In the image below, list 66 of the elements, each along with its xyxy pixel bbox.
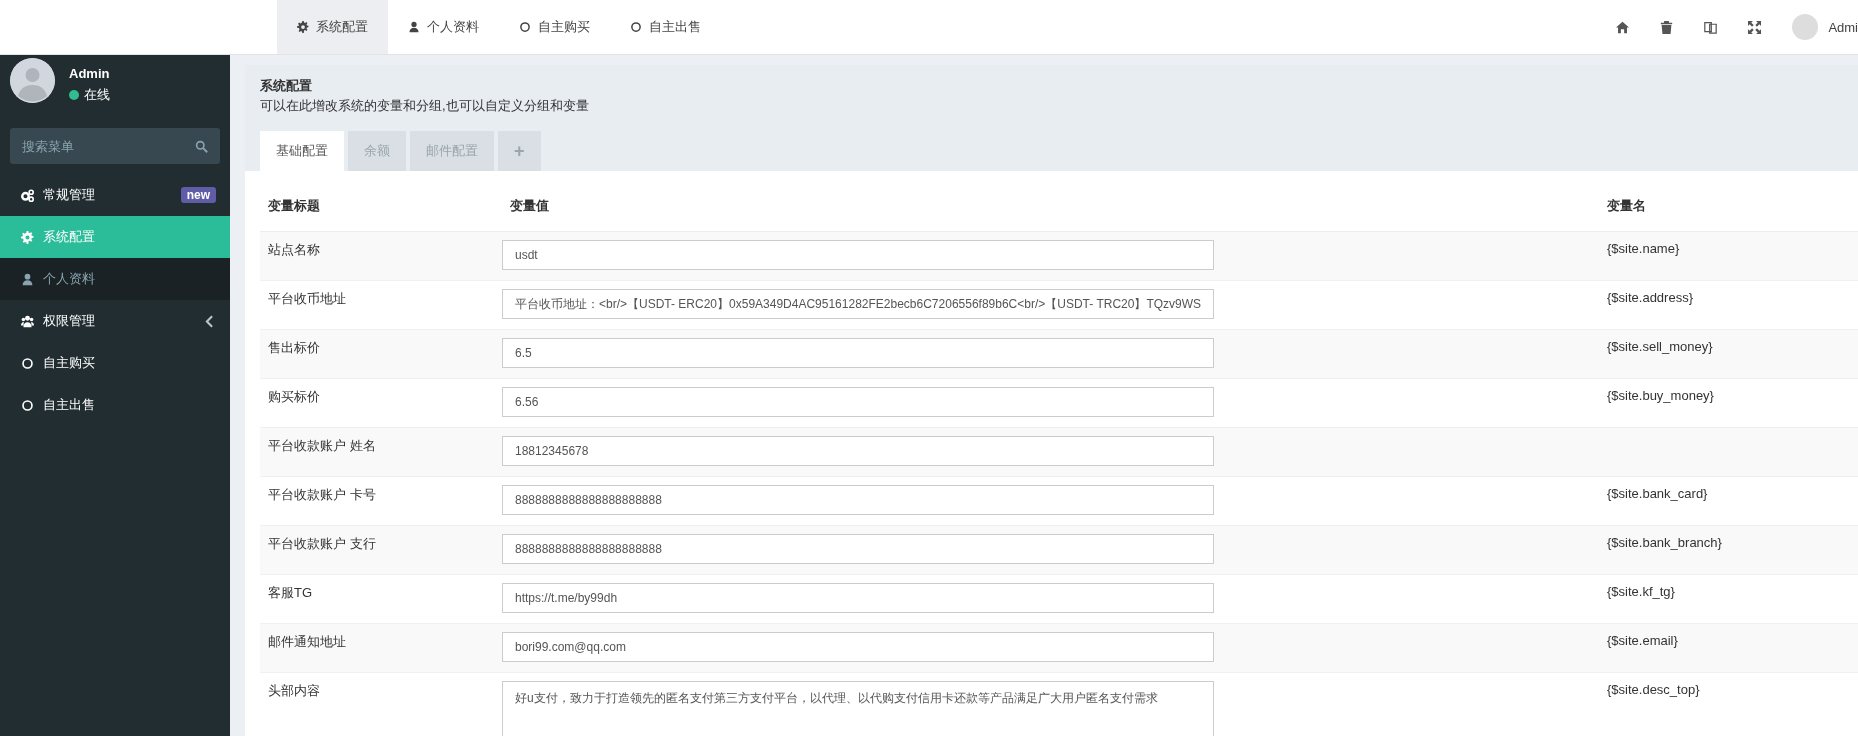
menu-item[interactable]: 自主出售 [0,384,230,426]
variable-title: 平台收币地址 [268,291,346,306]
text-input[interactable]: bori99.com@qq.com [502,632,1214,662]
fullscreen-icon[interactable] [1747,20,1761,34]
trash-icon[interactable] [1659,20,1673,34]
menu-group[interactable]: 常规管理 new [0,174,230,216]
variable-name: {$site.bank_card} [1607,486,1708,501]
status-text: 在线 [84,86,110,104]
text-input[interactable]: 8888888888888888888888 [502,485,1214,515]
variable-title: 平台收款账户 支行 [268,536,376,551]
nav-tab[interactable]: 自主出售 [610,0,721,54]
column-header: 变量标题 [267,197,321,215]
text-input[interactable]: 8888888888888888888888 [502,534,1214,564]
variable-title: 头部内容 [268,683,320,698]
panel-description: 可以在此增改系统的变量和分组,也可以自定义分组和变量 [260,97,590,115]
variable-name: {$site.buy_money} [1607,388,1714,403]
menu-item[interactable]: 个人资料 [0,258,230,300]
circle-icon [630,21,642,33]
variable-title: 购买标价 [268,389,320,404]
status-dot [69,90,79,100]
circle-icon [21,398,34,412]
users-icon [21,314,34,328]
column-header: 变量值 [509,197,550,215]
search-field[interactable]: 搜索菜单 [10,128,220,164]
variable-name: {$site.sell_money} [1607,339,1713,354]
variable-name: {$site.address} [1607,290,1693,305]
variable-name: {$site.bank_branch} [1607,535,1722,550]
user-name: Admin [69,66,110,81]
column-header: 变量名 [1606,197,1647,215]
new-badge: new [180,187,216,203]
text-area[interactable]: 好u支付，致力于打造领先的匿名支付第三方支付平台，以代理、以代购支付信用卡还款等产品满足广大用户匿名支付需求 [502,681,1214,736]
text-input[interactable]: 18812345678 [502,436,1214,466]
home-icon[interactable] [1615,20,1629,34]
gears-icon [21,188,34,202]
person-icon [21,272,34,286]
gear-icon [297,21,309,33]
panel-title: 系统配置 [260,77,313,95]
text-input[interactable]: 6.5 [502,338,1214,368]
variable-title: 邮件通知地址 [268,634,346,649]
gear-icon [21,230,34,244]
search-icon[interactable] [195,140,208,153]
text-input[interactable]: usdt [502,240,1214,270]
menu-group[interactable]: 权限管理 [0,300,230,342]
nav-tab[interactable]: 系统配置 [277,0,388,54]
variable-name: {$site.kf_tg} [1607,584,1675,599]
variable-name: {$site.name} [1607,241,1680,256]
variable-title: 站点名称 [268,242,320,257]
variable-title: 售出标价 [268,340,320,355]
text-input[interactable]: 6.56 [502,387,1214,417]
menu-item[interactable]: 自主购买 [0,342,230,384]
tab[interactable]: 基础配置 [260,131,344,171]
variable-title: 平台收款账户 卡号 [268,487,376,502]
avatar-icon [10,58,55,103]
variable-title: 平台收款账户 姓名 [268,438,376,453]
circle-icon [21,356,34,370]
circle-icon [519,21,531,33]
user-name[interactable]: Admi [1828,19,1858,35]
text-input[interactable]: https://t.me/by99dh [502,583,1214,613]
text-input[interactable]: 平台收币地址：<br/>【USDT- ERC20】0x59A349D4AC95161282FE2becb6C7206556f89b6C<br/>【USDT- TRC20】TQzv9WS [502,289,1214,319]
person-icon [408,21,420,33]
variable-name: {$site.email} [1607,633,1678,648]
nav-tab[interactable]: 自主购买 [499,0,610,54]
nav-tab[interactable]: 个人资料 [388,0,499,54]
variable-name: {$site.desc_top} [1607,682,1700,697]
translate-icon[interactable] [1703,20,1717,34]
variable-title: 客服TG [268,585,313,600]
